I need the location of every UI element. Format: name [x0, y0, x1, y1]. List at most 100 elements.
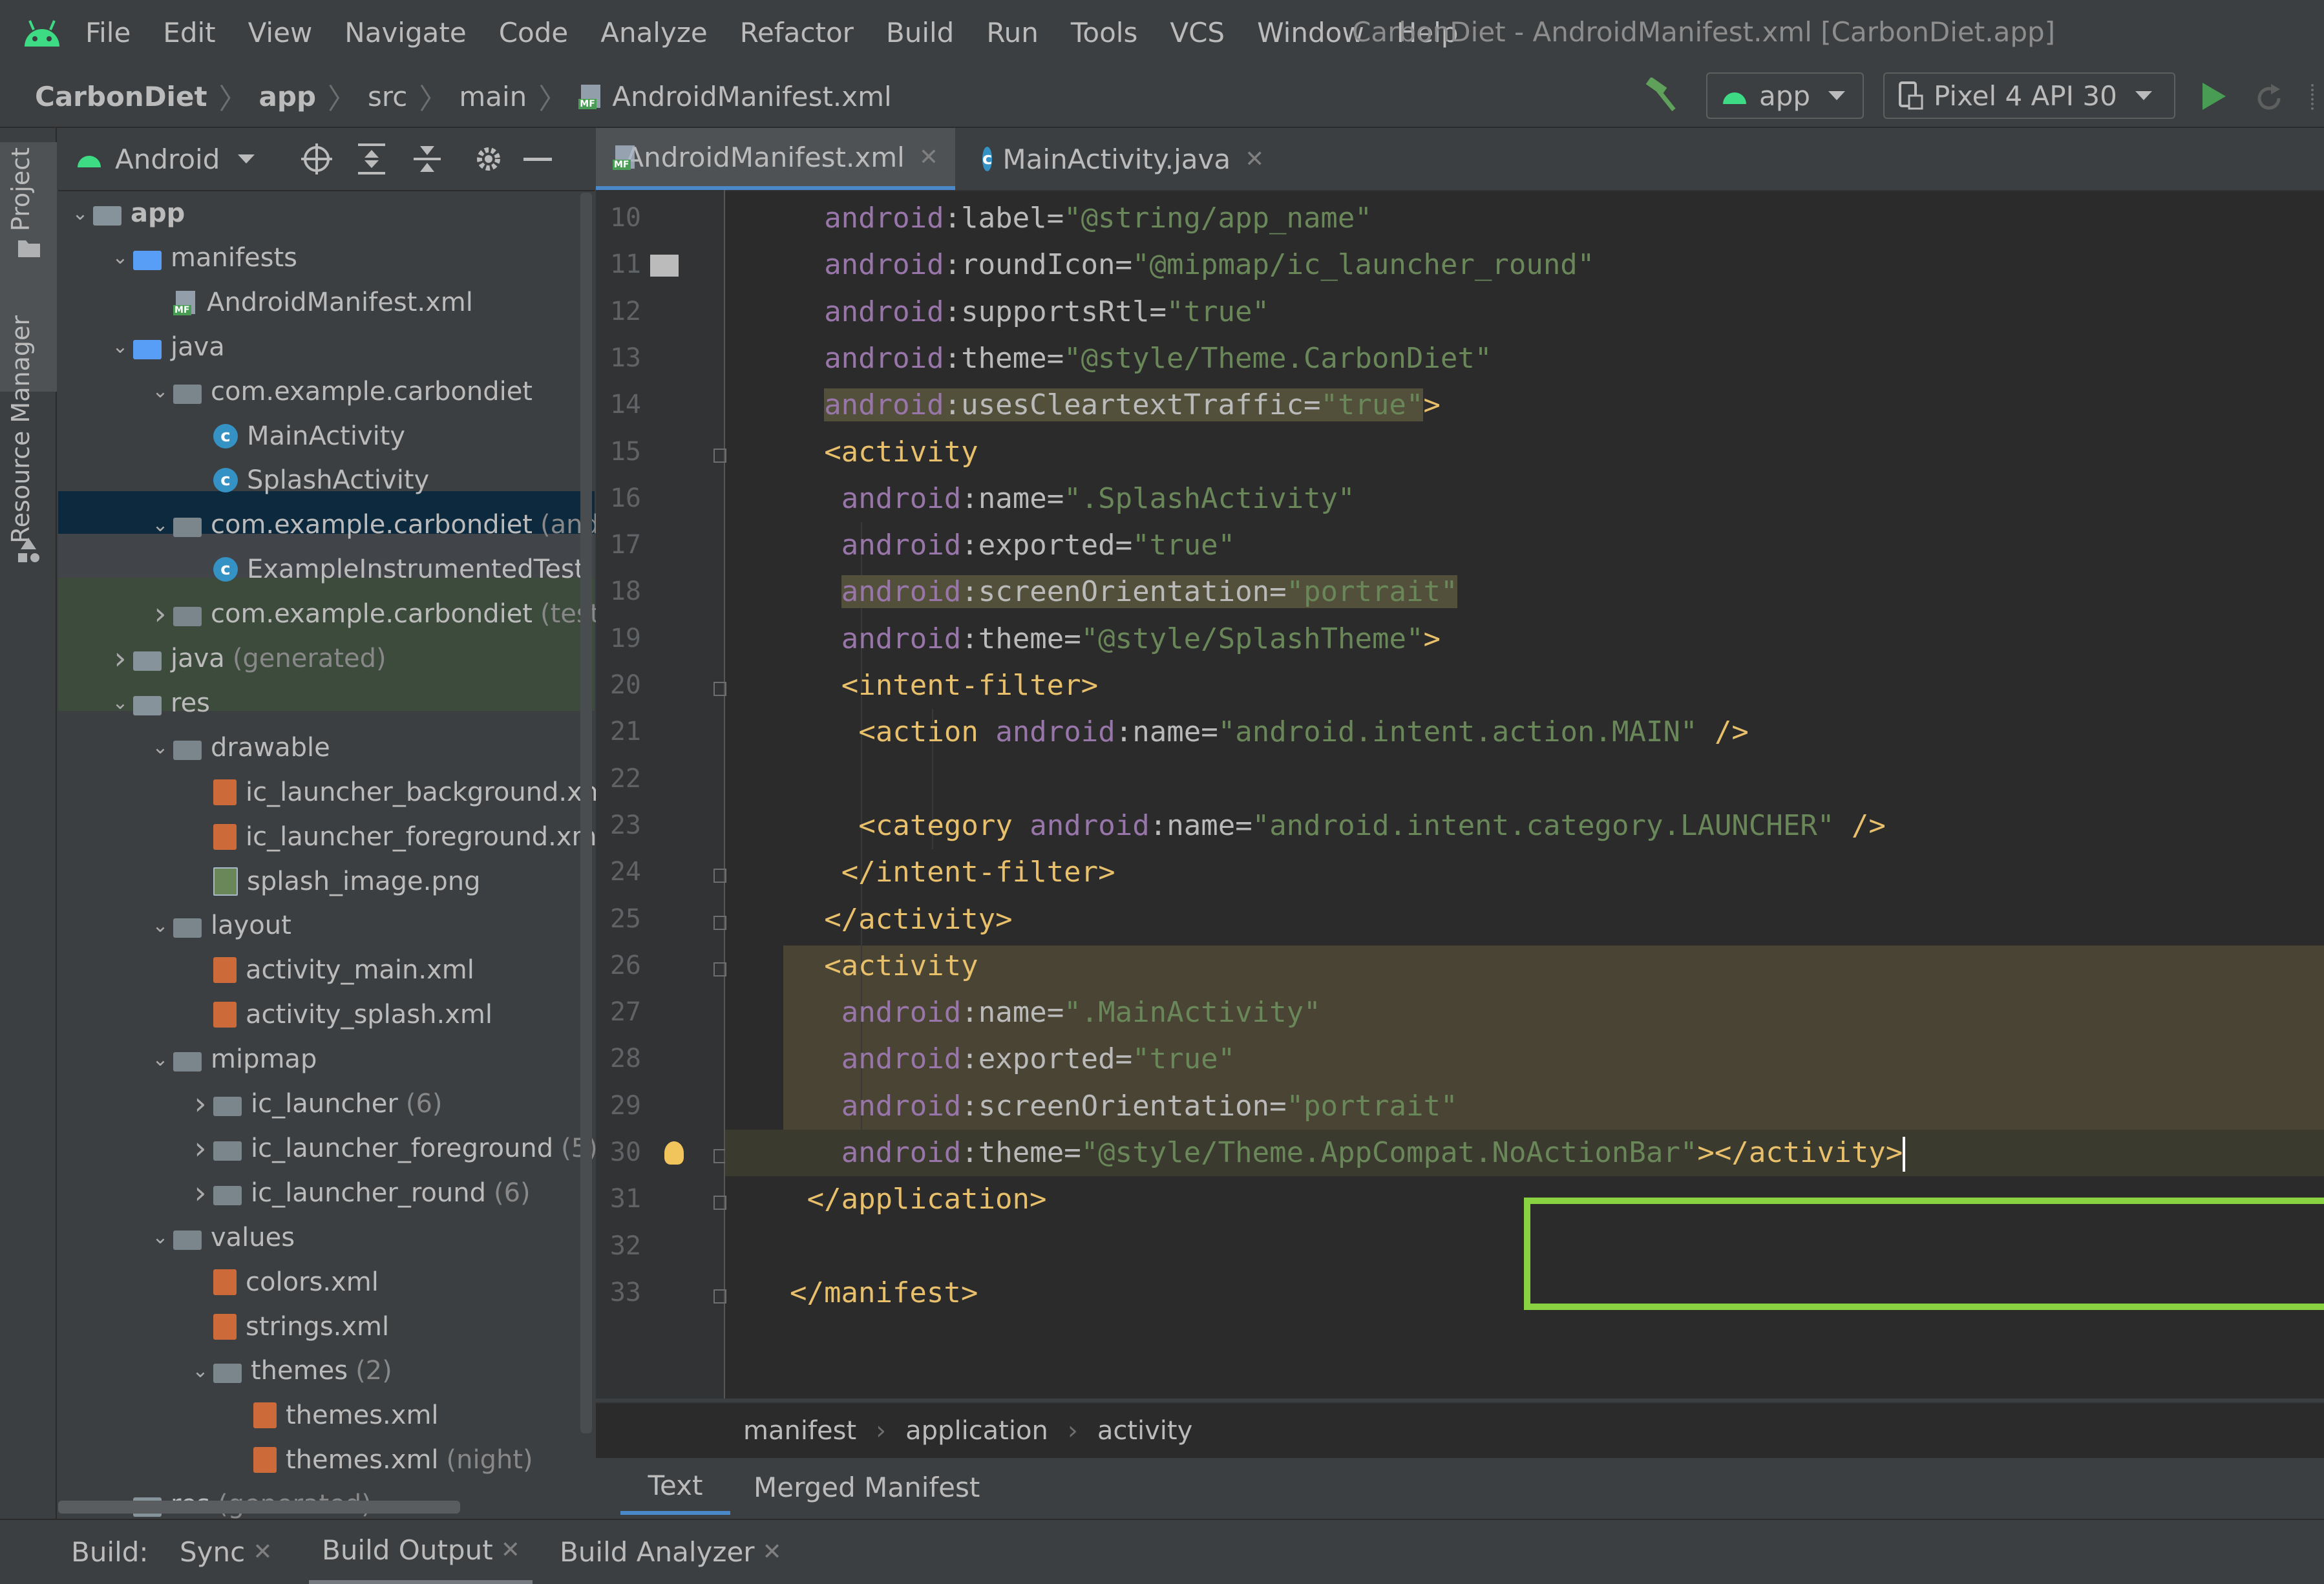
- menu-navigate[interactable]: Navigate: [344, 17, 466, 48]
- chevron-down-icon[interactable]: ⌄: [147, 514, 173, 536]
- code-line[interactable]: <action android:name="android.intent.act…: [858, 709, 1749, 755]
- code-line[interactable]: android:theme="@style/Theme.AppCompat.No…: [841, 1130, 1906, 1176]
- code-line[interactable]: android:supportsRtl="true": [824, 289, 1269, 335]
- chevron-right-icon[interactable]: ›: [187, 1130, 213, 1167]
- project-tab-label[interactable]: Project: [6, 147, 35, 231]
- tab-build-analyzer[interactable]: Build Analyzer ✕: [560, 1520, 782, 1584]
- code-line[interactable]: android:theme="@style/Theme.CarbonDiet": [824, 335, 1492, 382]
- fold-marker-icon[interactable]: [713, 915, 726, 930]
- tree-item[interactable]: ⌄ app: [58, 191, 604, 235]
- lightbulb-icon[interactable]: [664, 1141, 684, 1165]
- project-view-selector[interactable]: Android: [75, 128, 255, 190]
- chevron-right-icon[interactable]: ›: [187, 1086, 213, 1122]
- chevron-down-icon[interactable]: ⌄: [107, 246, 133, 269]
- apply-changes-icon[interactable]: [2253, 81, 2285, 114]
- menu-analyze[interactable]: Analyze: [600, 17, 708, 48]
- run-play-icon[interactable]: [2199, 80, 2228, 112]
- breadcrumb-main[interactable]: main: [459, 81, 527, 112]
- code-line[interactable]: android:screenOrientation="portrait": [841, 569, 1458, 615]
- code-line[interactable]: <activity: [824, 943, 978, 989]
- locate-target-icon[interactable]: [300, 142, 333, 176]
- code-line[interactable]: android:roundIcon="@mipmap/ic_launcher_r…: [824, 242, 1594, 288]
- code-line[interactable]: </intent-filter>: [841, 849, 1115, 896]
- code-line[interactable]: android:theme="@style/SplashTheme">: [841, 616, 1441, 662]
- code-line[interactable]: android:label="@string/app_name": [824, 195, 1372, 242]
- tree-item[interactable]: › java (generated): [58, 637, 644, 681]
- chevron-right-icon[interactable]: ›: [107, 640, 133, 677]
- tab-build-output[interactable]: Build Output ✕: [309, 1520, 533, 1584]
- resource-manager-tab[interactable]: Resource Manager: [6, 315, 35, 544]
- menu-vcs[interactable]: VCS: [1170, 17, 1225, 48]
- menu-window[interactable]: Window: [1257, 17, 1364, 48]
- code-line[interactable]: </manifest>: [790, 1270, 978, 1316]
- menu-edit[interactable]: Edit: [163, 17, 215, 48]
- chevron-down-icon[interactable]: ⌄: [147, 380, 173, 403]
- tree-horizontal-scrollbar[interactable]: [58, 1501, 460, 1514]
- chevron-down-icon[interactable]: ⌄: [147, 736, 173, 759]
- chevron-down-icon[interactable]: ⌄: [147, 1226, 173, 1249]
- xml-crumb-activity[interactable]: activity: [1097, 1416, 1192, 1446]
- gear-icon[interactable]: [472, 142, 505, 176]
- fold-marker-icon[interactable]: [713, 1149, 726, 1163]
- close-icon[interactable]: ✕: [763, 1539, 782, 1565]
- run-config-selector[interactable]: app: [1706, 72, 1864, 119]
- code-line[interactable]: android:name=".MainActivity": [841, 989, 1321, 1036]
- tree-item[interactable]: ⌄ res: [58, 681, 644, 725]
- menu-build[interactable]: Build: [886, 17, 954, 48]
- chevron-right-icon[interactable]: ›: [147, 596, 173, 632]
- tab-androidmanifest[interactable]: MF AndroidManifest.xml ✕: [596, 128, 955, 190]
- code-line[interactable]: android:screenOrientation="portrait": [841, 1083, 1458, 1130]
- fold-marker-icon[interactable]: [713, 448, 726, 463]
- fold-marker-icon[interactable]: [713, 962, 726, 977]
- fold-marker-icon[interactable]: [713, 1196, 726, 1210]
- tab-mainactivity[interactable]: c MainActivity.java ✕: [966, 128, 1264, 190]
- menu-refactor[interactable]: Refactor: [740, 17, 854, 48]
- collapse-all-icon[interactable]: [411, 142, 443, 176]
- tree-item[interactable]: ⌄ manifests: [58, 236, 644, 280]
- code-line[interactable]: android:exported="true": [841, 1036, 1235, 1082]
- fold-marker-icon[interactable]: [713, 869, 726, 883]
- breadcrumb-src[interactable]: src: [368, 81, 407, 112]
- expand-all-icon[interactable]: [355, 142, 388, 176]
- code-line[interactable]: </activity>: [824, 896, 1012, 943]
- chevron-down-icon[interactable]: ⌄: [147, 914, 173, 937]
- chevron-down-icon[interactable]: ⌄: [187, 1360, 213, 1382]
- device-selector[interactable]: Pixel 4 API 30: [1883, 72, 2175, 119]
- code-line[interactable]: <intent-filter>: [841, 662, 1098, 709]
- tab-merged-manifest[interactable]: Merged Manifest: [732, 1459, 1002, 1515]
- code-line[interactable]: android:usesCleartextTraffic="true">: [824, 382, 1441, 428]
- hammer-build-icon[interactable]: [1642, 78, 1680, 114]
- code-line[interactable]: android:exported="true": [841, 522, 1235, 569]
- menu-run[interactable]: Run: [986, 17, 1039, 48]
- fold-marker-icon[interactable]: [713, 1289, 726, 1304]
- fold-marker-icon[interactable]: [713, 682, 726, 696]
- code-line[interactable]: <category android:name="android.intent.c…: [858, 803, 1885, 849]
- close-icon[interactable]: ✕: [501, 1537, 520, 1563]
- chevron-down-icon[interactable]: ⌄: [107, 692, 133, 714]
- menu-code[interactable]: Code: [499, 17, 569, 48]
- breadcrumb-file[interactable]: AndroidManifest.xml: [612, 81, 891, 112]
- tree-vertical-scrollbar[interactable]: [580, 193, 592, 1433]
- tab-sync[interactable]: Sync ✕: [180, 1520, 272, 1584]
- code-line[interactable]: android:name=".SplashActivity": [841, 476, 1355, 522]
- xml-crumb-manifest[interactable]: manifest: [743, 1416, 856, 1446]
- chevron-right-icon[interactable]: ›: [187, 1175, 213, 1211]
- xml-crumb-application[interactable]: application: [905, 1416, 1048, 1446]
- breadcrumb-project[interactable]: CarbonDiet: [35, 81, 207, 112]
- image-preview-icon[interactable]: [650, 255, 679, 277]
- breadcrumb-module[interactable]: app: [259, 81, 316, 112]
- chevron-down-icon[interactable]: ⌄: [147, 1048, 173, 1071]
- chevron-down-icon[interactable]: ⌄: [67, 202, 93, 225]
- chevron-down-icon[interactable]: ⌄: [107, 335, 133, 358]
- menu-view[interactable]: View: [248, 17, 313, 48]
- close-icon[interactable]: ✕: [919, 144, 938, 171]
- toolbar-overflow-icon[interactable]: [2311, 84, 2319, 110]
- menu-tools[interactable]: Tools: [1071, 17, 1137, 48]
- tab-text[interactable]: Text: [620, 1459, 730, 1515]
- minimize-icon[interactable]: [523, 158, 552, 161]
- close-icon[interactable]: ✕: [253, 1539, 272, 1565]
- code-line[interactable]: <activity: [824, 429, 978, 476]
- tree-item[interactable]: ⌄ java: [58, 325, 644, 369]
- menu-file[interactable]: File: [85, 17, 131, 48]
- close-icon[interactable]: ✕: [1245, 146, 1264, 173]
